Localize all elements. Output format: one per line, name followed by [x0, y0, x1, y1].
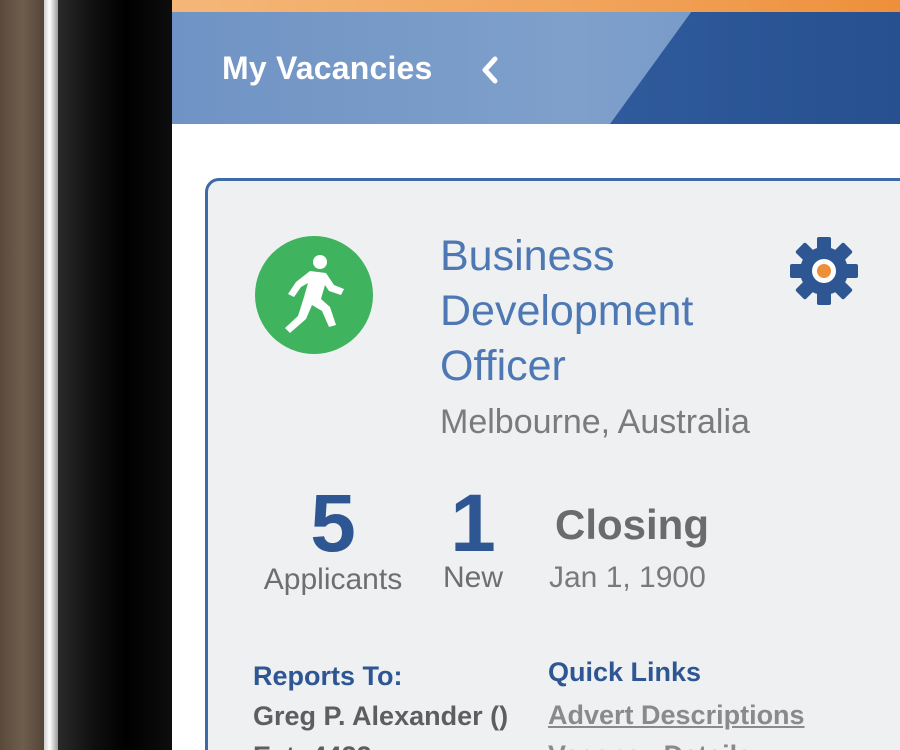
closing-date: Jan 1, 1900: [549, 561, 706, 594]
device-bezel: [58, 0, 172, 750]
vacancy-card[interactable]: Business Development Officer Melbourne, …: [205, 178, 900, 750]
header-accent-shape: [610, 12, 900, 124]
background-surface: [0, 0, 50, 750]
running-person-icon: [255, 236, 373, 354]
reports-to-heading: Reports To:: [253, 661, 403, 691]
closing-label: Closing: [555, 501, 709, 548]
gear-icon[interactable]: [788, 235, 860, 307]
reports-to-ext: Ext: 4422: [253, 741, 372, 750]
quick-links-heading: Quick Links: [548, 657, 702, 687]
applicants-count[interactable]: 5: [268, 483, 398, 565]
new-label: New: [442, 561, 503, 594]
quick-link-vacancy-details[interactable]: Vacancy Details: [548, 740, 752, 750]
device-edge: [44, 0, 58, 750]
app-screen: My Vacancies Business Development Office…: [172, 0, 900, 750]
reports-to-name: Greg P. Alexander (): [253, 701, 509, 731]
app-header: My Vacancies: [172, 12, 900, 124]
page-title: My Vacancies: [222, 50, 433, 86]
accent-strip: [172, 0, 900, 12]
applicants-label: Applicants: [263, 563, 403, 596]
new-count[interactable]: 1: [413, 483, 533, 565]
chevron-left-icon[interactable]: [478, 52, 502, 88]
vacancy-title: Business Development Officer: [440, 232, 694, 390]
vacancy-location: Melbourne, Australia: [440, 403, 750, 441]
quick-link-advert-descriptions[interactable]: Advert Descriptions: [548, 700, 805, 731]
